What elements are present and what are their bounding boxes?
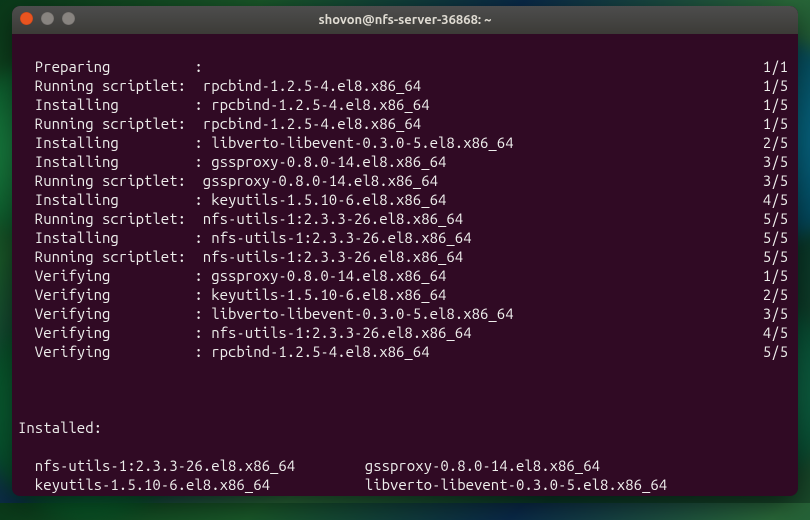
output-line: Preparing : 1/1	[18, 57, 792, 76]
output-line: Installing : rpcbind-1.2.5-4.el8.x86_641…	[18, 95, 792, 114]
terminal-window: shovon@nfs-server-36868: ~ Preparing : 1…	[12, 6, 798, 496]
output-line: Installing : nfs-utils-1:2.3.3-26.el8.x8…	[18, 228, 792, 247]
window-titlebar[interactable]: shovon@nfs-server-36868: ~	[12, 6, 798, 34]
installed-package: libverto-libevent-0.3.0-5.el8.x86_64	[365, 475, 792, 494]
output-line: Verifying : nfs-utils-1:2.3.3-26.el8.x86…	[18, 323, 792, 342]
installed-package: nfs-utils-1:2.3.3-26.el8.x86_64	[35, 456, 365, 475]
output-line: Running scriptlet: gssproxy-0.8.0-14.el8…	[18, 171, 792, 190]
installed-package: gssproxy-0.8.0-14.el8.x86_64	[365, 456, 792, 475]
installed-package: rpcbind-1.2.5-4.el8.x86_64	[35, 494, 365, 496]
output-line: Verifying : rpcbind-1.2.5-4.el8.x86_645/…	[18, 342, 792, 361]
window-title: shovon@nfs-server-36868: ~	[318, 13, 491, 27]
installed-header: Installed:	[18, 418, 102, 437]
installed-package: keyutils-1.5.10-6.el8.x86_64	[35, 475, 365, 494]
output-line: Running scriptlet: rpcbind-1.2.5-4.el8.x…	[18, 114, 792, 133]
output-line: Installing : libverto-libevent-0.3.0-5.e…	[18, 133, 792, 152]
close-icon[interactable]	[20, 12, 33, 25]
output-line: Installing : keyutils-1.5.10-6.el8.x86_6…	[18, 190, 792, 209]
output-line: Running scriptlet: nfs-utils-1:2.3.3-26.…	[18, 247, 792, 266]
terminal-output[interactable]: Preparing : 1/1 Running scriptlet: rpcbi…	[12, 34, 798, 496]
output-line: Verifying : libverto-libevent-0.3.0-5.el…	[18, 304, 792, 323]
output-line: Verifying : gssproxy-0.8.0-14.el8.x86_64…	[18, 266, 792, 285]
output-line: Verifying : keyutils-1.5.10-6.el8.x86_64…	[18, 285, 792, 304]
output-line: Running scriptlet: rpcbind-1.2.5-4.el8.x…	[18, 76, 792, 95]
window-controls	[20, 12, 75, 25]
output-line: Installing : gssproxy-0.8.0-14.el8.x86_6…	[18, 152, 792, 171]
maximize-icon[interactable]	[62, 12, 75, 25]
output-line: Running scriptlet: nfs-utils-1:2.3.3-26.…	[18, 209, 792, 228]
installed-list: nfs-utils-1:2.3.3-26.el8.x86_64gssproxy-…	[18, 456, 792, 496]
minimize-icon[interactable]	[41, 12, 54, 25]
